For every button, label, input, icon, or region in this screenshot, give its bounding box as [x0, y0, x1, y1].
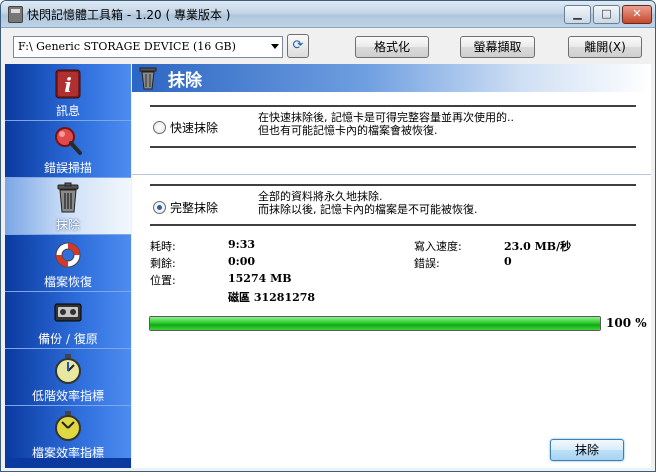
chevron-down-icon [271, 44, 279, 49]
full-wipe-label[interactable]: 完整抹除 [170, 199, 218, 216]
progress-fill [150, 317, 600, 330]
position-label: 位置: [150, 274, 176, 287]
refresh-button[interactable]: ⟳ [287, 34, 309, 58]
full-wipe-desc-line2: 而抹除以後, 記憶卡內的檔案是不可能被恢復. [258, 203, 478, 216]
divider [150, 146, 636, 148]
svg-text:i: i [64, 73, 72, 97]
sidebar-item-wipe[interactable]: 抹除 [5, 178, 131, 235]
lifebuoy-icon [55, 242, 81, 268]
screen-capture-button[interactable]: 螢幕擷取 [460, 36, 535, 58]
maximize-button[interactable]: □ [593, 5, 620, 24]
page-title: 抹除 [168, 71, 202, 91]
sidebar: i 訊息 錯誤掃描 抹除 檔案恢復 備份 / 復原 低階效率指標 檔案效率指標 [5, 64, 131, 468]
sidebar-item-label: 訊息 [55, 104, 80, 118]
app-icon [8, 6, 23, 23]
sidebar-item-info[interactable]: i 訊息 [5, 64, 131, 121]
divider [150, 105, 636, 107]
title-bar: 快閃記憶體工具箱 - 1.20 ( 專業版本 ) ▁ □ ✕ [1, 1, 655, 28]
sidebar-item-label: 檔案恢復 [43, 275, 92, 289]
magnifier-icon [55, 127, 82, 155]
progress-percent: 100 % [606, 316, 647, 330]
sidebar-item-file-recovery[interactable]: 檔案恢復 [5, 235, 131, 292]
format-button[interactable]: 格式化 [355, 36, 429, 58]
refresh-icon: ⟳ [292, 38, 304, 53]
trash-icon [57, 182, 79, 213]
sidebar-item-low-level-benchmark[interactable]: 低階效率指標 [5, 349, 131, 406]
sidebar-item-backup-restore[interactable]: 備份 / 復原 [5, 292, 131, 349]
divider [150, 224, 636, 226]
full-wipe-radio[interactable] [153, 201, 166, 214]
sidebar-item-label: 備份 / 復原 [38, 332, 98, 346]
write-speed-value: 23.0 MB/秒 [504, 240, 572, 253]
tape-icon [54, 303, 82, 322]
sidebar-item-file-benchmark[interactable]: 檔案效率指標 [5, 406, 131, 463]
sidebar-item-label: 錯誤掃描 [43, 161, 92, 175]
sidebar-item-label: 抹除 [55, 218, 80, 232]
window-title: 快閃記憶體工具箱 - 1.20 ( 專業版本 ) [27, 8, 231, 22]
quick-wipe-desc-line1: 在快速抹除後, 記憶卡是可得完整容量並再次使用的.. [258, 111, 514, 124]
toolbar: F:\ Generic STORAGE DEVICE (16 GB) ⟳ [1, 28, 655, 64]
quick-wipe-radio[interactable] [153, 121, 166, 134]
full-wipe-desc-line1: 全部的資料將永久地抹除. [258, 190, 383, 203]
panel-header: 抹除 [132, 64, 651, 92]
sidebar-footer [5, 458, 131, 468]
minimize-button[interactable]: ▁ [564, 5, 591, 24]
quick-wipe-label[interactable]: 快速抹除 [170, 119, 218, 136]
remaining-label: 剩餘: [150, 257, 176, 270]
quit-button[interactable]: 離開(X) [568, 36, 642, 58]
sidebar-item-label: 低階效率指標 [31, 389, 104, 403]
stopwatch-icon [55, 354, 81, 384]
section-separator [132, 174, 651, 175]
wipe-button[interactable]: 抹除 [550, 439, 624, 461]
errors-label: 錯誤: [414, 257, 440, 270]
elapsed-value: 9:33 [228, 238, 256, 251]
main-panel: 抹除 快速抹除 在快速抹除後, 記憶卡是可得完整容量並再次使用的.. 但也有可能… [132, 64, 651, 468]
errors-value: 0 [504, 255, 512, 268]
elapsed-label: 耗時: [150, 240, 176, 253]
wipe-progress-bar [149, 316, 601, 331]
sector-value: 磁區 31281278 [228, 291, 316, 304]
app-window: 快閃記憶體工具箱 - 1.20 ( 專業版本 ) ▁ □ ✕ F:\ Gener… [0, 0, 656, 472]
divider [150, 184, 636, 186]
remaining-value: 0:00 [228, 255, 256, 268]
info-icon: i [55, 69, 81, 99]
close-button[interactable]: ✕ [622, 5, 652, 24]
sidebar-item-error-scan[interactable]: 錯誤掃描 [5, 121, 131, 178]
position-value: 15274 MB [228, 272, 292, 285]
write-speed-label: 寫入速度: [414, 240, 462, 253]
stopwatch-icon [55, 411, 81, 441]
trash-icon [139, 67, 157, 90]
quick-wipe-desc-line2: 但也有可能記憶卡內的檔案會被恢復. [258, 124, 438, 137]
device-select-value: F:\ Generic STORAGE DEVICE (16 GB) [18, 40, 236, 53]
device-select[interactable]: F:\ Generic STORAGE DEVICE (16 GB) [13, 36, 283, 58]
